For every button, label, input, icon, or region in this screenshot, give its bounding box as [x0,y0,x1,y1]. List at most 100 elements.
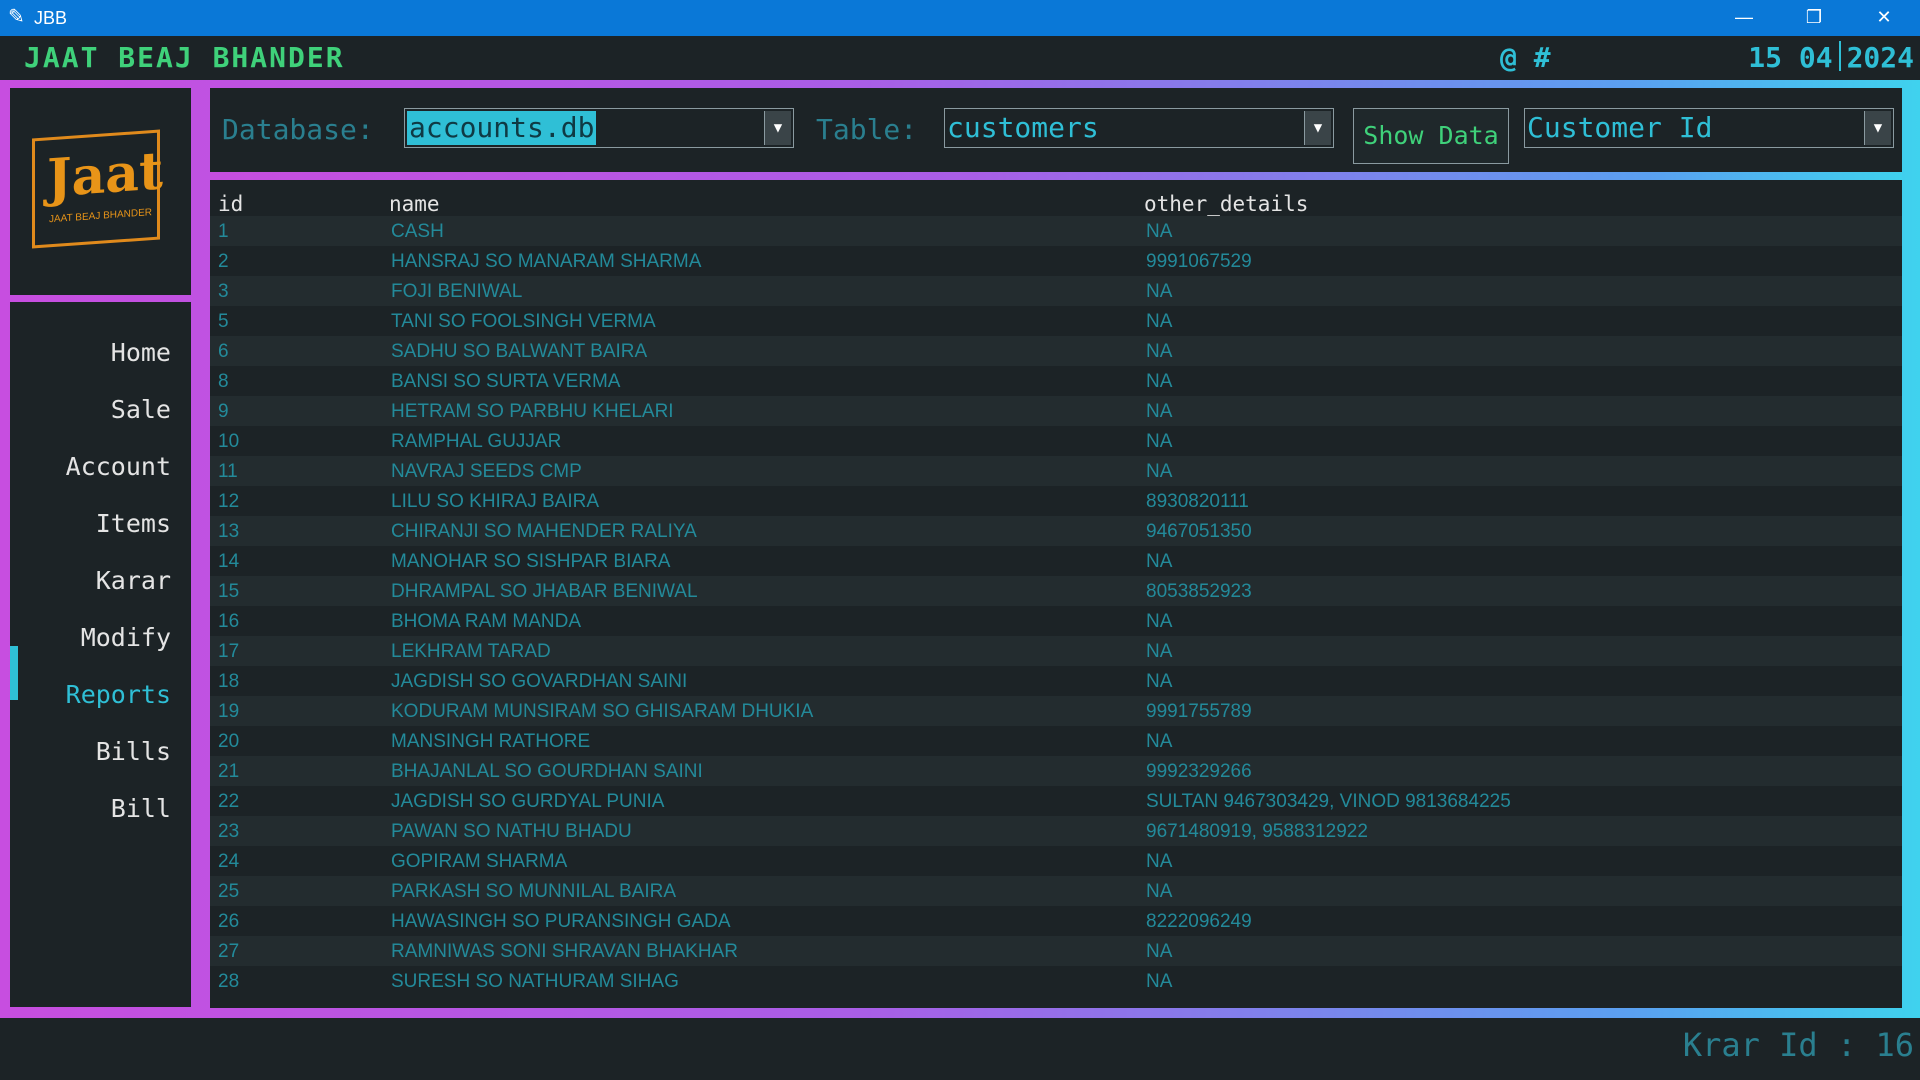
cell-name: BANSI SO SURTA VERMA [391,371,621,392]
cell-other-details: NA [1146,401,1173,422]
cell-name: CHIRANJI SO MAHENDER RALIYA [391,521,697,542]
chevron-down-icon[interactable]: ▼ [1864,111,1891,145]
status-bar: Krar Id : 16 [0,1018,1920,1080]
cell-other-details: 9991755789 [1146,701,1252,722]
minimize-button[interactable]: — [1712,0,1776,36]
column-header-name[interactable]: name [389,192,440,216]
table-row[interactable]: 22 JAGDISH SO GURDYAL PUNIA SULTAN 9467303… [210,786,1902,816]
table-row[interactable]: 3 FOJI BENIWAL NA [210,276,1902,306]
database-value: accounts.db [407,111,597,145]
cell-other-details: NA [1146,551,1173,572]
cell-other-details: NA [1146,221,1173,242]
sidebar-item-items[interactable]: Items [96,509,171,538]
table-row[interactable]: 8 BANSI SO SURTA VERMA NA [210,366,1902,396]
sidebar-item-bill[interactable]: Bill [111,794,171,823]
window-title: JBB [34,8,68,28]
table-row[interactable]: 11 NAVRAJ SEEDS CMP NA [210,456,1902,486]
active-indicator [10,646,18,700]
table-row[interactable]: 21 BHAJANLAL SO GOURDHAN SAINI 9992329266 [210,756,1902,786]
table-row[interactable]: 25 PARKASH SO MUNNILAL BAIRA NA [210,876,1902,906]
table-label: Table: [816,113,918,146]
cell-name: HANSRAJ SO MANARAM SHARMA [391,251,702,272]
cell-id: 6 [218,341,229,362]
cell-id: 13 [218,521,240,542]
cell-other-details: NA [1146,881,1173,902]
cell-id: 16 [218,611,240,632]
cell-id: 12 [218,491,240,512]
cell-other-details: 8053852923 [1146,581,1252,602]
cell-other-details: 9991067529 [1146,251,1252,272]
cell-other-details: 8930820111 [1146,491,1249,512]
table-row[interactable]: 1 CASH NA [210,216,1902,246]
table-row[interactable]: 18 JAGDISH SO GOVARDHAN SAINI NA [210,666,1902,696]
window-titlebar: ✎ JBB — ❐ ✕ [0,0,1920,36]
date-day-month: 15 04 [1748,41,1833,74]
sidebar-item-modify[interactable]: Modify [81,623,171,652]
sidebar: Home Sale Account Items Karar Modify Rep… [10,302,191,1007]
table-row[interactable]: 2 HANSRAJ SO MANARAM SHARMA 9991067529 [210,246,1902,276]
cell-id: 25 [218,881,240,902]
show-data-button[interactable]: Show Data [1353,108,1509,164]
sidebar-item-home[interactable]: Home [111,338,171,367]
cell-other-details: NA [1146,971,1173,992]
cell-name: JAGDISH SO GOVARDHAN SAINI [391,671,688,692]
table-row[interactable]: 13 CHIRANJI SO MAHENDER RALIYA 9467051350 [210,516,1902,546]
cell-other-details: NA [1146,641,1173,662]
table-row[interactable]: 24 GOPIRAM SHARMA NA [210,846,1902,876]
table-select[interactable]: customers ▼ [944,108,1334,148]
column-header-other-details[interactable]: other_details [1144,192,1308,216]
header-date: 15 04 2024 [1748,41,1914,74]
cell-name: PARKASH SO MUNNILAL BAIRA [391,881,677,902]
column-header-id[interactable]: id [218,192,243,216]
database-select[interactable]: accounts.db ▼ [404,108,794,148]
table-row[interactable]: 26 HAWASINGH SO PURANSINGH GADA 8222096249 [210,906,1902,936]
table-row[interactable]: 6 SADHU SO BALWANT BAIRA NA [210,336,1902,366]
chevron-down-icon[interactable]: ▼ [1304,111,1331,145]
table-row[interactable]: 17 LEKHRAM TARAD NA [210,636,1902,666]
table-value: customers [947,111,1099,144]
cell-other-details: NA [1146,341,1173,362]
table-row[interactable]: 23 PAWAN SO NATHU BHADU 9671480919, 958831… [210,816,1902,846]
cell-id: 10 [218,431,240,452]
table-row[interactable]: 19 KODURAM MUNSIRAM SO GHISARAM DHUKIA 999… [210,696,1902,726]
cell-id: 22 [218,791,240,812]
cell-name: SADHU SO BALWANT BAIRA [391,341,648,362]
sidebar-item-karar[interactable]: Karar [96,566,171,595]
table-header: id name other_details [210,186,1902,216]
cell-other-details: NA [1146,731,1173,752]
cell-id: 28 [218,971,240,992]
cell-id: 17 [218,641,240,662]
close-button[interactable]: ✕ [1852,0,1916,36]
maximize-button[interactable]: ❐ [1782,0,1846,36]
sort-select[interactable]: Customer Id ▼ [1524,108,1894,148]
chevron-down-icon[interactable]: ▼ [764,111,791,145]
cell-id: 20 [218,731,240,752]
table-row[interactable]: 14 MANOHAR SO SISHPAR BIARA NA [210,546,1902,576]
table-row[interactable]: 10 RAMPHAL GUJJAR NA [210,426,1902,456]
table-row[interactable]: 9 HETRAM SO PARBHU KHELARI NA [210,396,1902,426]
cell-id: 3 [218,281,229,302]
cell-name: CASH [391,221,444,242]
sidebar-item-account[interactable]: Account [66,452,171,481]
toolbar: Database: accounts.db ▼ Table: customers… [210,88,1902,172]
sidebar-item-bills[interactable]: Bills [96,737,171,766]
cell-name: RAMNIWAS SONI SHRAVAN BHAKHAR [391,941,738,962]
table-row[interactable]: 28 SURESH SO NATHURAM SIHAG NA [210,966,1902,996]
table-row[interactable]: 20 MANSINGH RATHORE NA [210,726,1902,756]
table-row[interactable]: 27 RAMNIWAS SONI SHRAVAN BHAKHAR NA [210,936,1902,966]
cell-other-details: 9992329266 [1146,761,1252,782]
cell-other-details: 8222096249 [1146,911,1252,932]
cell-other-details: NA [1146,371,1173,392]
cell-id: 1 [218,221,229,242]
cell-id: 5 [218,311,229,332]
sidebar-item-sale[interactable]: Sale [111,395,171,424]
cell-id: 14 [218,551,240,572]
table-row[interactable]: 16 BHOMA RAM MANDA NA [210,606,1902,636]
cell-other-details: 9467051350 [1146,521,1252,542]
table-row[interactable]: 5 TANI SO FOOLSINGH VERMA NA [210,306,1902,336]
table-row[interactable]: 12 LILU SO KHIRAJ BAIRA 8930820111 [210,486,1902,516]
sidebar-item-reports[interactable]: Reports [66,680,171,709]
table-row[interactable]: 15 DHRAMPAL SO JHABAR BENIWAL 8053852923 [210,576,1902,606]
cell-id: 21 [218,761,240,782]
cell-name: MANSINGH RATHORE [391,731,591,752]
